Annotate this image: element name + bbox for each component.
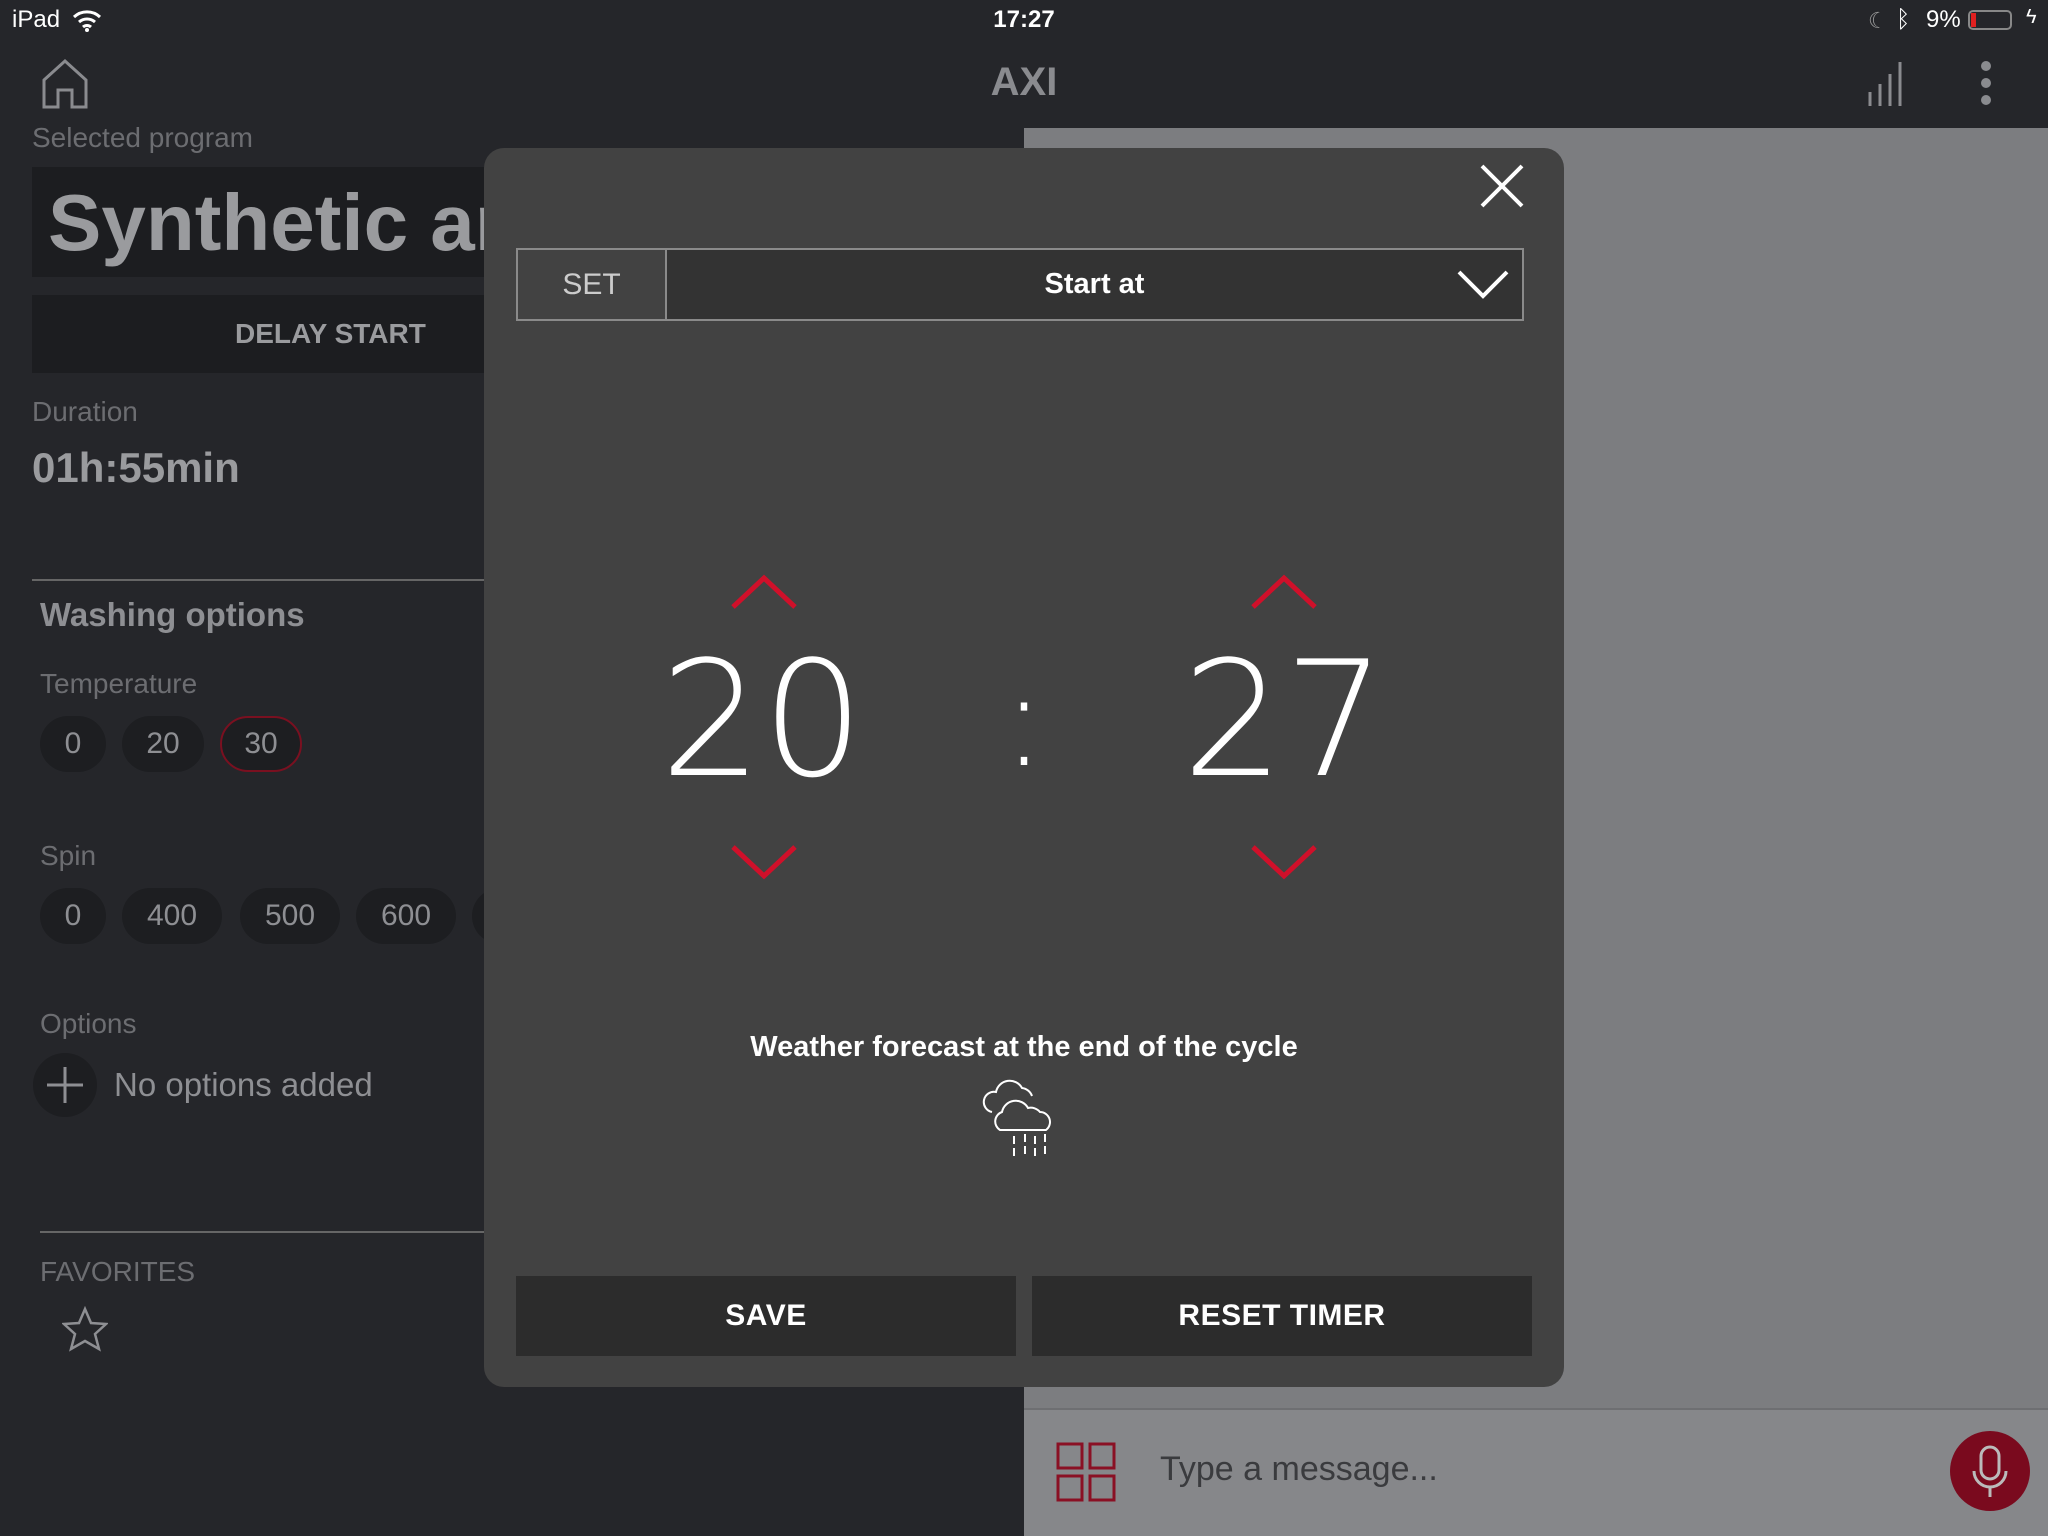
minutes-value: 27	[1182, 626, 1386, 813]
star-icon[interactable]	[62, 1306, 108, 1352]
battery-icon	[1968, 10, 2012, 30]
charging-icon: ϟ	[2026, 6, 2037, 28]
spin-chip-500[interactable]: 500	[240, 888, 340, 944]
spin-chip-400[interactable]: 400	[122, 888, 222, 944]
save-button[interactable]: SAVE	[516, 1276, 1016, 1356]
program-name-box: Synthetic an	[32, 167, 492, 277]
time-separator: :	[1002, 644, 1046, 796]
signal-bars-icon[interactable]	[1866, 60, 1906, 106]
microphone-button[interactable]	[1950, 1431, 2030, 1511]
options-label: Options	[40, 1008, 137, 1039]
divider	[40, 1231, 492, 1233]
moon-icon: ☾	[1868, 8, 1888, 33]
program-name: Synthetic an	[48, 178, 492, 267]
close-icon[interactable]	[1478, 162, 1526, 210]
app-title: AXI	[990, 60, 1058, 104]
temperature-chip-20[interactable]: 20	[122, 716, 204, 772]
minutes-down-arrow-icon[interactable]	[1250, 844, 1318, 880]
more-vertical-icon[interactable]	[1976, 60, 1996, 106]
plus-icon	[47, 1067, 83, 1103]
set-label: SET	[516, 248, 667, 321]
hours-value: 20	[660, 626, 864, 813]
spin-label: Spin	[40, 840, 97, 871]
grid-menu-icon[interactable]	[1056, 1442, 1118, 1504]
bluetooth-icon: ᛒ	[1896, 6, 1911, 33]
mode-dropdown[interactable]: Start at	[665, 248, 1524, 321]
no-options-text: No options added	[114, 1066, 373, 1103]
delay-start-button[interactable]: DELAY START	[32, 295, 492, 373]
minutes-up-arrow-icon[interactable]	[1250, 574, 1318, 610]
favorites-label: FAVORITES	[40, 1256, 196, 1287]
battery-percent: 9%	[1926, 6, 1961, 33]
hours-up-arrow-icon[interactable]	[730, 574, 798, 610]
cloud-rain-icon	[982, 1079, 1051, 1156]
reset-timer-button[interactable]: RESET TIMER	[1032, 1276, 1532, 1356]
temperature-label: Temperature	[40, 668, 198, 699]
temperature-chip-30-selected[interactable]: 30	[220, 716, 302, 772]
message-input[interactable]: Type a message...	[1160, 1450, 1438, 1489]
clock: 17:27	[993, 6, 1055, 33]
washing-options-heading: Washing options	[40, 596, 305, 633]
mode-value: Start at	[1044, 268, 1145, 300]
chevron-down-icon[interactable]	[1456, 268, 1510, 300]
divider	[32, 579, 492, 581]
hours-down-arrow-icon[interactable]	[730, 844, 798, 880]
temperature-chip-0[interactable]: 0	[40, 716, 106, 772]
duration-value: 01h:55min	[32, 444, 240, 491]
weather-label: Weather forecast at the end of the cycle	[750, 1031, 1298, 1063]
spin-chip-0[interactable]: 0	[40, 888, 106, 944]
add-option-button[interactable]	[33, 1053, 97, 1117]
spin-chip-600[interactable]: 600	[356, 888, 456, 944]
selected-program-label: Selected program	[32, 122, 254, 153]
duration-label: Duration	[32, 396, 138, 427]
microphone-icon	[1972, 1445, 2008, 1497]
